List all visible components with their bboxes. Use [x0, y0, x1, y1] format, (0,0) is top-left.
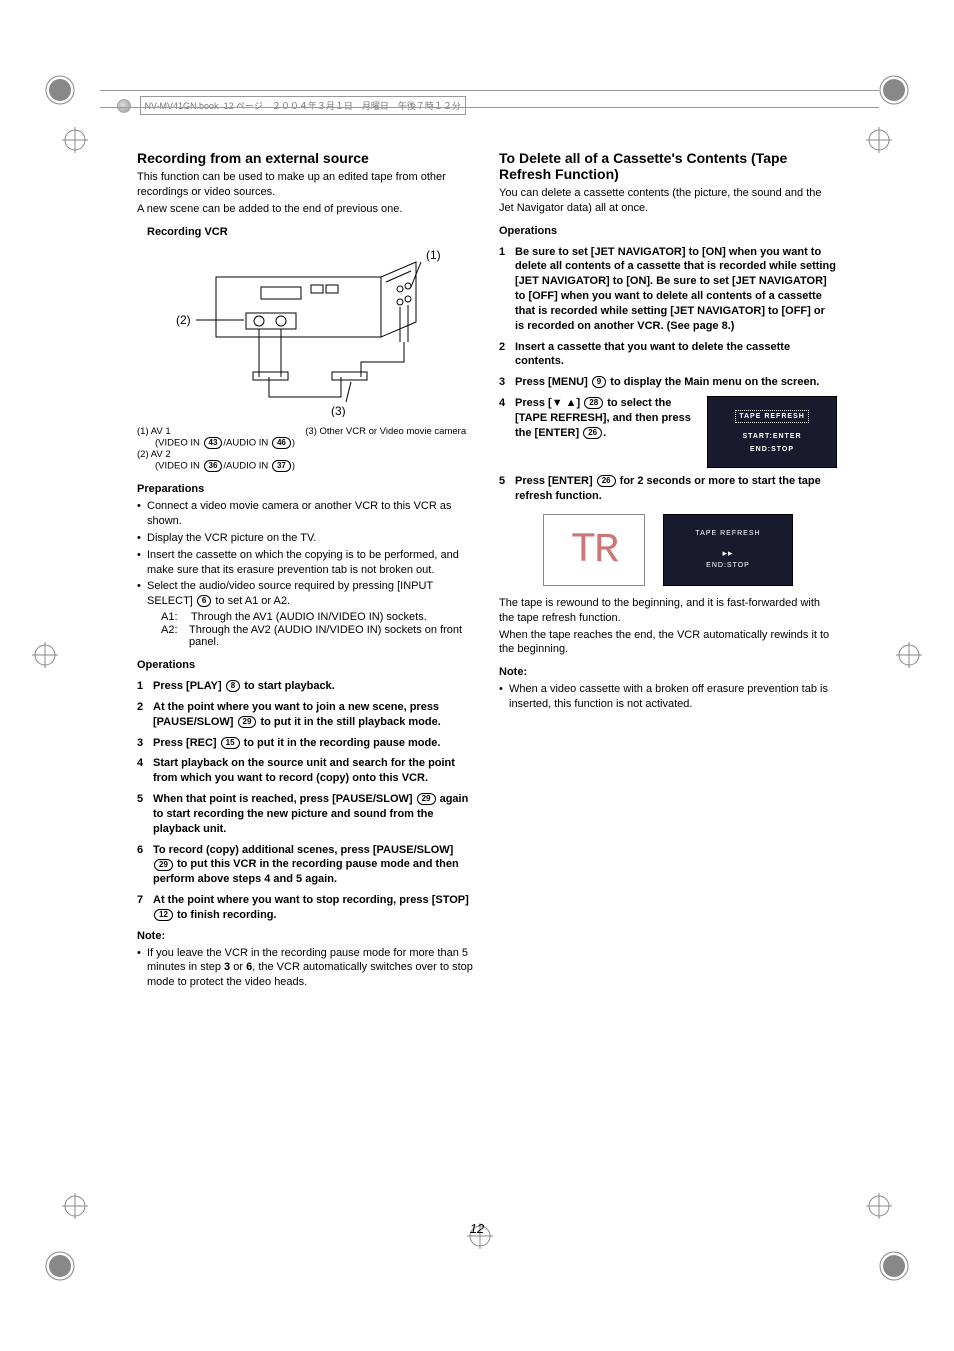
left-intro-1: This function can be used to make up an …	[137, 170, 475, 200]
crop-mark-icon	[40, 70, 90, 120]
register-mark-icon	[864, 125, 894, 155]
vcr-display-tr: TR	[543, 514, 645, 586]
page-number: 12	[0, 1221, 954, 1236]
vcr-connection-figure: (1) (2) (3)	[137, 247, 475, 420]
callout-1: (1)	[426, 248, 441, 262]
left-note-heading: Note:	[137, 929, 475, 944]
left-operations-list: Press [PLAY] 8 to start playback. At the…	[137, 679, 475, 923]
callout-2: (2)	[176, 313, 191, 327]
register-mark-icon	[30, 640, 60, 670]
osd-tape-refresh-start: TAPE REFRESH START:ENTER END:STOP	[707, 396, 837, 468]
right-section-title: To Delete all of a Cassette's Contents (…	[499, 150, 837, 182]
crop-mark-icon	[864, 1236, 914, 1286]
right-note-list: When a video cassette with a broken off …	[499, 682, 837, 712]
figure-title: Recording VCR	[147, 225, 475, 240]
right-column: To Delete all of a Cassette's Contents (…	[499, 150, 837, 992]
preparations-list: Connect a video movie camera or another …	[137, 499, 475, 609]
register-mark-icon	[894, 640, 924, 670]
right-follow-1: The tape is rewound to the beginning, an…	[499, 596, 837, 626]
osd-tape-refresh-running: TAPE REFRESH ▸▸ END:STOP	[663, 514, 793, 586]
left-intro-2: A new scene can be added to the end of p…	[137, 202, 475, 217]
print-header: NV-MV41GN.book 12 ページ ２００４年３月１日 月曜日 午後７時…	[117, 96, 817, 115]
callout-3: (3)	[331, 404, 346, 417]
preparations-heading: Preparations	[137, 482, 475, 497]
register-mark-icon	[60, 125, 90, 155]
right-note-heading: Note:	[499, 665, 837, 680]
register-mark-icon	[60, 1191, 90, 1221]
left-section-title: Recording from an external source	[137, 150, 475, 166]
left-column: Recording from an external source This f…	[137, 150, 475, 992]
right-intro: You can delete a cassette contents (the …	[499, 186, 837, 216]
left-note-list: If you leave the VCR in the recording pa…	[137, 946, 475, 991]
crop-mark-icon	[40, 1236, 90, 1286]
crop-mark-icon	[864, 70, 914, 120]
right-follow-2: When the tape reaches the end, the VCR a…	[499, 628, 837, 658]
register-mark-icon	[864, 1191, 894, 1221]
right-operations-list: Be sure to set [JET NAVIGATOR] to [ON] w…	[499, 245, 837, 504]
right-operations-heading: Operations	[499, 224, 837, 239]
left-operations-heading: Operations	[137, 658, 475, 673]
prep-input-select: Select the audio/video source required b…	[137, 579, 475, 609]
figure-legend: (1) AV 1 (VIDEO IN 43/AUDIO IN 46) (2) A…	[137, 426, 475, 472]
header-filename: NV-MV41GN.book	[145, 101, 219, 111]
header-pageinfo: 12 ページ ２００４年３月１日 月曜日 午後７時１２分	[224, 101, 461, 111]
av-socket-list: A1:Through the AV1 (AUDIO IN/VIDEO IN) s…	[161, 611, 475, 648]
